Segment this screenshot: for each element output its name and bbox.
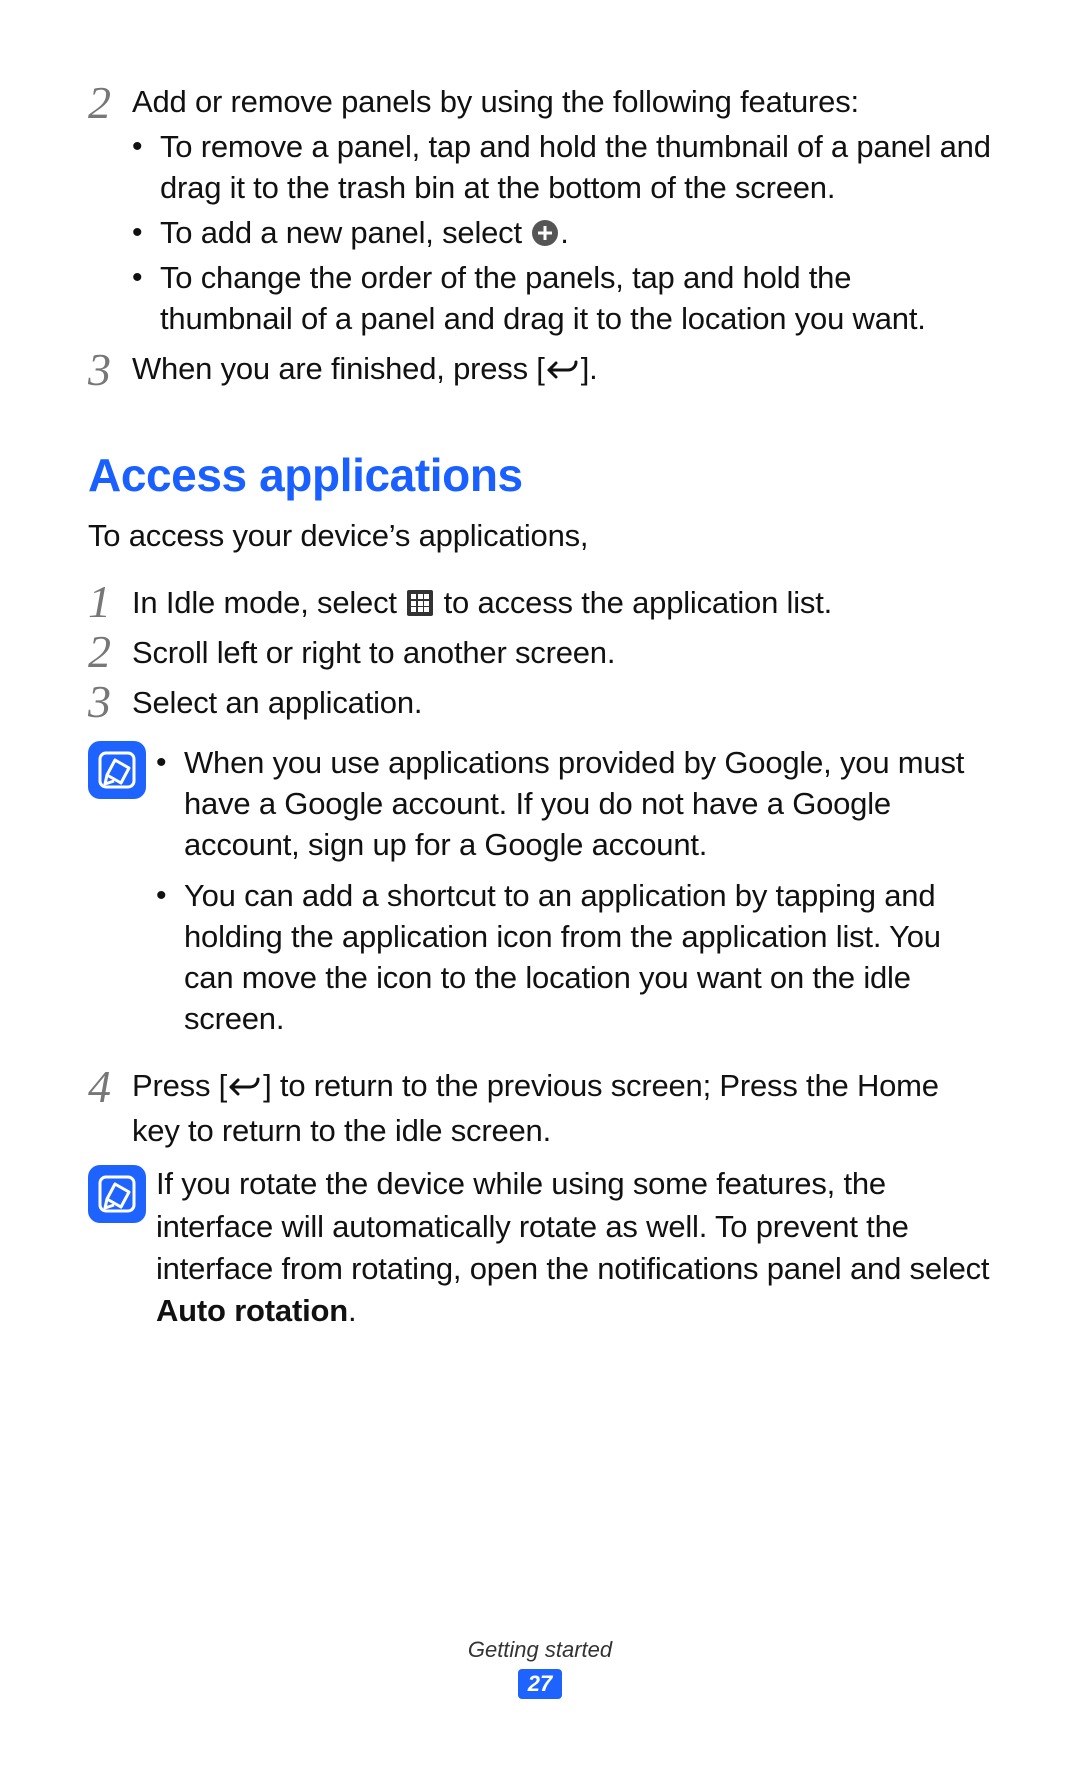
page-footer: Getting started 27	[0, 1637, 1080, 1699]
note-text: • When you use applications provided by …	[156, 739, 992, 1039]
note-icon	[88, 741, 146, 799]
bullet-item: • You can add a shortcut to an applicati…	[156, 876, 992, 1040]
footer-section-label: Getting started	[0, 1637, 1080, 1663]
step-body: When you are finished, press [].	[132, 345, 992, 394]
page-number-badge: 27	[518, 1669, 562, 1699]
note-block: • When you use applications provided by …	[88, 739, 992, 1039]
step-number: 4	[88, 1062, 132, 1110]
step-body: Add or remove panels by using the follow…	[132, 78, 992, 339]
step-number: 2	[88, 627, 132, 675]
bullet-text: To remove a panel, tap and hold the thum…	[160, 127, 992, 209]
bold-term: Auto rotation	[156, 1293, 348, 1328]
note-block: If you rotate the device while using som…	[88, 1163, 992, 1332]
back-icon	[546, 353, 580, 394]
bullet-text: To change the order of the panels, tap a…	[160, 258, 992, 340]
apps-grid-icon	[407, 590, 433, 616]
bullet-text: You can add a shortcut to an application…	[184, 876, 992, 1040]
step-number: 3	[88, 345, 132, 393]
note-icon-cell	[88, 739, 156, 799]
steps-group: 1 In Idle mode, select to access the app…	[88, 577, 992, 725]
step-number: 1	[88, 577, 132, 625]
bullet-dot: •	[132, 258, 160, 297]
bullet-item: • To add a new panel, select .	[132, 213, 992, 254]
step-3: 3 When you are finished, press [].	[88, 345, 992, 394]
bullet-dot: •	[132, 213, 160, 252]
step-3b: 3 Select an application.	[88, 677, 992, 725]
note-text: If you rotate the device while using som…	[156, 1163, 992, 1332]
plus-icon	[532, 220, 558, 246]
bullet-text: To add a new panel, select .	[160, 213, 992, 254]
bullet-list: • To remove a panel, tap and hold the th…	[132, 127, 992, 340]
bullet-dot: •	[132, 127, 160, 166]
step-number: 3	[88, 677, 132, 725]
step-number: 2	[88, 78, 132, 126]
bullet-dot: •	[156, 876, 184, 915]
bullet-text: When you use applications provided by Go…	[184, 743, 992, 866]
bullet-item: • To remove a panel, tap and hold the th…	[132, 127, 992, 209]
section-heading: Access applications	[88, 448, 992, 502]
document-page: 2 Add or remove panels by using the foll…	[0, 0, 1080, 1771]
note-icon-cell	[88, 1163, 156, 1223]
bullet-item: • When you use applications provided by …	[156, 743, 992, 866]
step-body: Select an application.	[132, 677, 992, 724]
step-2b: 2 Scroll left or right to another screen…	[88, 627, 992, 675]
step-body: In Idle mode, select to access the appli…	[132, 577, 992, 624]
step-2: 2 Add or remove panels by using the foll…	[88, 78, 992, 339]
bullet-item: • To change the order of the panels, tap…	[132, 258, 992, 340]
step-text: Add or remove panels by using the follow…	[132, 84, 859, 119]
step-body: Scroll left or right to another screen.	[132, 627, 992, 674]
step-1: 1 In Idle mode, select to access the app…	[88, 577, 992, 625]
bullet-dot: •	[156, 743, 184, 782]
note-icon	[88, 1165, 146, 1223]
step-body: Press [] to return to the previous scree…	[132, 1062, 992, 1152]
intro-text: To access your device’s applications,	[88, 516, 992, 557]
step-4: 4 Press [] to return to the previous scr…	[88, 1062, 992, 1152]
back-icon	[228, 1070, 262, 1111]
